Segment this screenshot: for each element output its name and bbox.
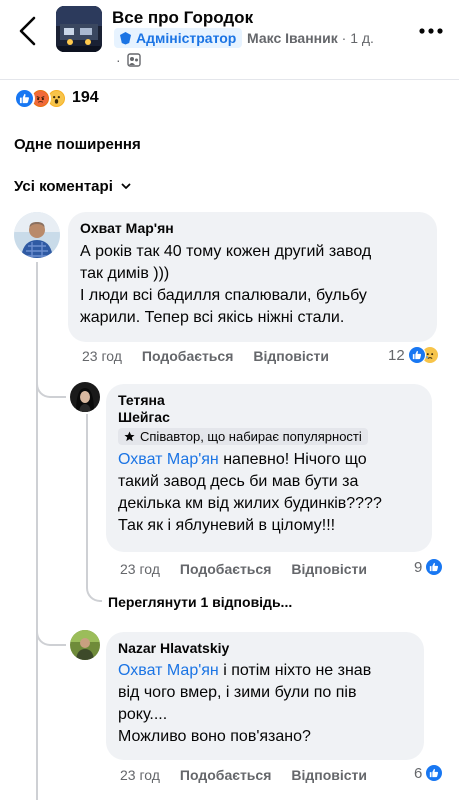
group-avatar[interactable] [56,6,102,52]
rising-contributor-badge: Співавтор, що набирає популярності [118,428,368,445]
shares-count[interactable]: Одне поширення [14,136,141,153]
comment-reaction-count: 9 [414,558,423,576]
comment-time[interactable]: 23 год [82,348,122,364]
comment-reactions[interactable]: 9 [414,558,444,576]
comment-time[interactable]: 23 год [120,561,160,577]
comment-bubble: Nazar Hlavatskiy Охват Мар'ян і потім ні… [106,632,424,760]
thread-connector [86,576,102,602]
comment-text-line: Можливо воно пов'язано? [118,728,311,745]
comment-text-line: від чого вмер, і зими були по пів [118,684,357,701]
comment-text: А років так 40 тому кожен другий завод т… [80,241,425,329]
comment-author[interactable]: Nazar Hlavatskiy [118,640,412,657]
comment-reaction-count: 6 [414,764,423,782]
more-options-icon[interactable] [418,26,444,36]
like-reaction-icon [14,87,35,109]
comment-bubble: Тетяна Шейгас Співавтор, що набирає попу… [106,384,432,552]
avatar[interactable] [70,382,100,412]
like-button[interactable]: Подобається [142,348,233,364]
mention-link[interactable]: Охват Мар'ян [118,662,219,679]
comment-text-line: напевно! Нічого що [218,451,367,468]
comment-text-line: А років так 40 тому кожен другий завод [80,243,372,260]
shield-icon [120,32,131,45]
back-arrow-icon[interactable] [14,14,42,48]
author-name[interactable]: Макс Іванник [247,30,338,46]
like-reaction-icon [407,346,426,364]
thread-line [86,414,88,576]
comment-reactions[interactable]: 6 [414,764,444,782]
group-title[interactable]: Все про Городок [112,8,253,28]
comment-text: Охват Мар'ян напевно! Нічого що такий за… [118,449,420,537]
author-line: Макс Іванник · 1 д. [247,30,374,46]
like-reaction-icon [425,558,444,576]
comment-sort-label: Усі коментарі [14,178,113,195]
comment-author-line: Тетяна [118,392,165,408]
comment-reaction-count: 12 [388,346,405,364]
comment-reactions[interactable]: 12 [388,346,439,364]
comment-actions: 23 год Подобається Відповісти [120,767,367,783]
avatar[interactable] [14,212,60,258]
comment-text-line: року.... [118,706,168,723]
post-time: · 1 д. [341,30,374,46]
separator-dot: · [116,52,121,68]
like-button[interactable]: Подобається [180,767,271,783]
comment-text-line: так димів ))) [80,265,170,282]
comment-text-line: декілька км від жилих будинків???? [118,495,382,512]
post-header: Все про Городок Адміністратор Макс Іванн… [0,0,459,80]
admin-badge: Адміністратор [114,28,243,48]
comment-time[interactable]: 23 год [120,767,160,783]
avatar[interactable] [70,630,100,660]
thread-connector [36,370,66,398]
star-icon [124,431,135,442]
comment-actions: 23 год Подобається Відповісти [82,348,329,364]
comment-author[interactable]: Тетяна Шейгас [118,392,420,426]
privacy-line: · [116,52,141,68]
comment-sort-dropdown[interactable]: Усі коментарі [14,178,131,195]
reply-button[interactable]: Відповісти [291,561,367,577]
comment-author-line: Шейгас [118,409,170,425]
badge-label: Співавтор, що набирає популярності [140,429,362,444]
comment-text-line: і потім ніхто не знав [218,662,372,679]
reply-button[interactable]: Відповісти [291,767,367,783]
thread-line [36,262,38,800]
group-privacy-icon [126,53,141,67]
comment-bubble: Охват Мар'ян А років так 40 тому кожен д… [68,212,437,342]
like-button[interactable]: Подобається [180,561,271,577]
view-more-replies-button[interactable]: Переглянути 1 відповідь... [108,594,292,610]
comment-author[interactable]: Охват Мар'ян [80,220,425,237]
reaction-summary[interactable]: 194 [14,86,99,110]
comment-text-line: такий завод десь би мав бути за [118,473,359,490]
comment-text: Охват Мар'ян і потім ніхто не знав від ч… [118,660,412,748]
admin-badge-label: Адміністратор [136,30,237,46]
reply-button[interactable]: Відповісти [253,348,329,364]
comment-text-line: жарили. Тепер всі якісь ніжні стали. [80,309,345,326]
mention-link[interactable]: Охват Мар'ян [118,451,219,468]
reaction-count: 194 [72,89,99,106]
chevron-down-icon [121,183,131,189]
comment-actions: 23 год Подобається Відповісти [120,561,367,577]
comment-text-line: Так як і яблуневий в цілому!!! [118,517,336,534]
like-reaction-icon [425,764,444,782]
thread-connector [36,620,66,646]
comment-text-line: І люди всі бадилля спалювали, бульбу [80,287,367,304]
